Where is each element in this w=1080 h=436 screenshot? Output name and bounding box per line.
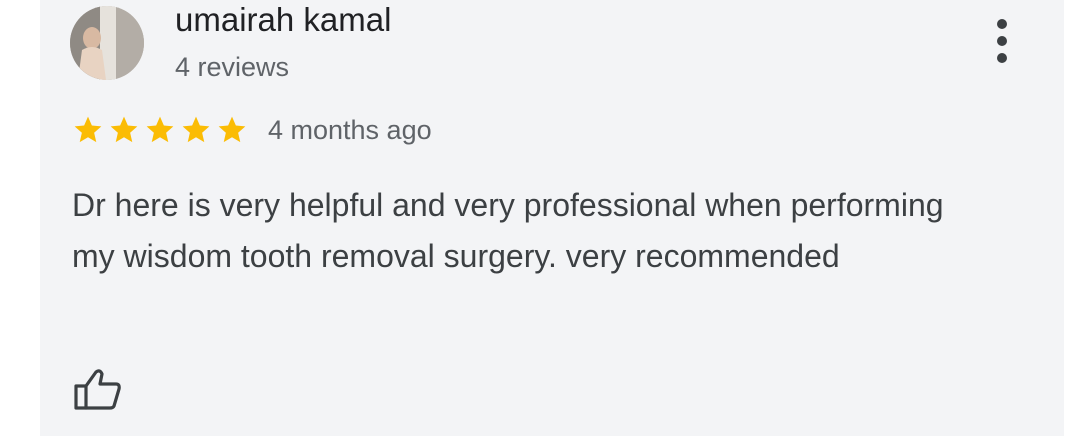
star-rating xyxy=(72,114,252,146)
review-date: 4 months ago xyxy=(268,115,432,145)
review-text: Dr here is very helpful and very profess… xyxy=(72,187,944,274)
more-vert-icon xyxy=(997,19,1007,63)
like-button[interactable] xyxy=(72,366,124,414)
star-icon xyxy=(110,116,138,143)
star-icon xyxy=(182,116,210,143)
star-icon xyxy=(146,116,174,143)
reviewer-name[interactable]: umairah kamal xyxy=(175,0,391,40)
star-icon xyxy=(218,116,246,143)
reviewer-review-count[interactable]: 4 reviews xyxy=(175,50,289,84)
avatar-photo xyxy=(70,6,144,80)
reviewer-avatar[interactable] xyxy=(70,6,144,80)
more-options-button[interactable] xyxy=(985,16,1019,66)
thumbs-up-icon xyxy=(74,369,121,410)
star-icon xyxy=(74,116,102,143)
rating-row: 4 months ago xyxy=(72,110,432,150)
